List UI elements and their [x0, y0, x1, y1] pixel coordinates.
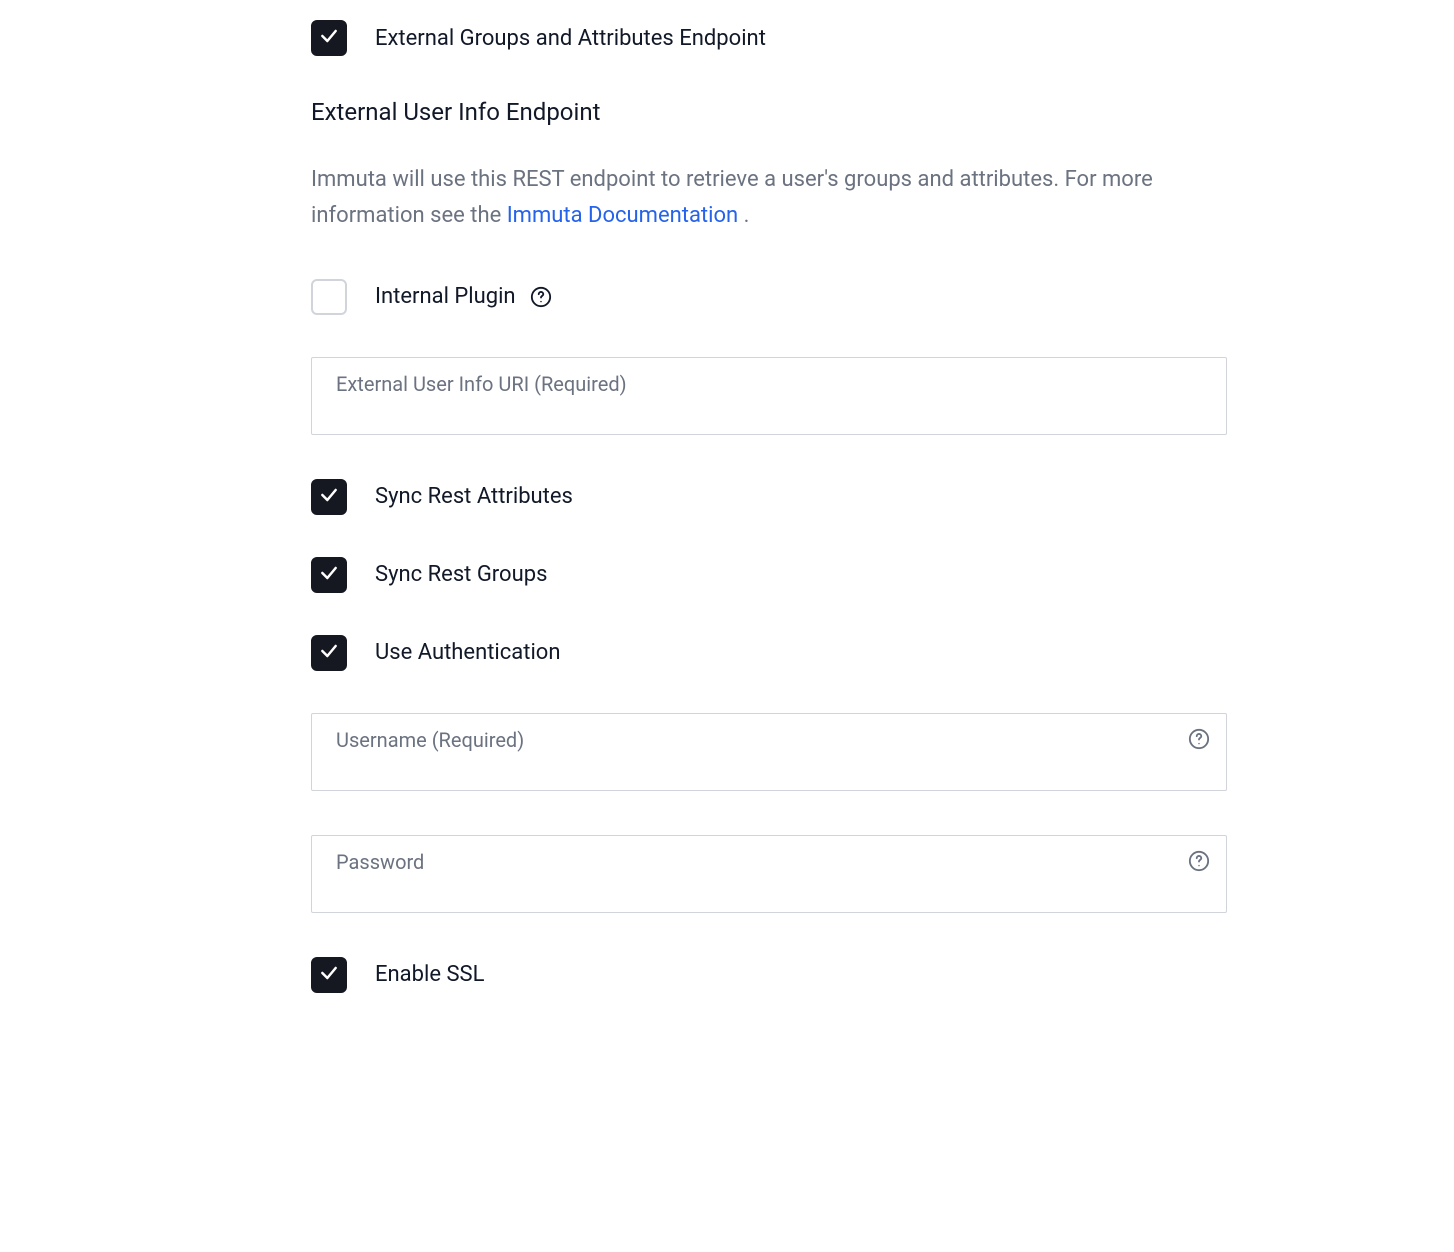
sync-rest-attributes-checkbox[interactable]	[311, 479, 347, 515]
documentation-link[interactable]: Immuta Documentation	[507, 203, 738, 228]
enable-ssl-checkbox[interactable]	[311, 957, 347, 993]
enable-ssl-row: Enable SSL	[311, 957, 1227, 993]
help-icon[interactable]	[1188, 850, 1210, 872]
use-authentication-row: Use Authentication	[311, 635, 1227, 671]
sync-rest-attributes-label: Sync Rest Attributes	[375, 484, 573, 509]
section-description: Immuta will use this REST endpoint to re…	[311, 162, 1227, 235]
check-icon	[319, 963, 339, 987]
external-user-info-uri-field: External User Info URI (Required)	[311, 357, 1227, 435]
use-authentication-checkbox[interactable]	[311, 635, 347, 671]
check-icon	[319, 26, 339, 50]
internal-plugin-checkbox[interactable]	[311, 279, 347, 315]
description-suffix: .	[738, 203, 749, 228]
sync-rest-groups-checkbox[interactable]	[311, 557, 347, 593]
check-icon	[319, 485, 339, 509]
enable-ssl-label: Enable SSL	[375, 962, 484, 987]
sync-rest-groups-row: Sync Rest Groups	[311, 557, 1227, 593]
external-groups-attributes-checkbox[interactable]	[311, 20, 347, 56]
internal-plugin-row: Internal Plugin	[311, 279, 1227, 315]
internal-plugin-label: Internal Plugin	[375, 284, 516, 309]
check-icon	[319, 641, 339, 665]
help-icon[interactable]	[1188, 728, 1210, 750]
sync-rest-attributes-row: Sync Rest Attributes	[311, 479, 1227, 515]
password-field: Password	[311, 835, 1227, 913]
external-user-info-uri-input[interactable]	[312, 358, 1226, 434]
use-authentication-label: Use Authentication	[375, 640, 561, 665]
username-input[interactable]	[312, 714, 1226, 790]
external-groups-attributes-label: External Groups and Attributes Endpoint	[375, 26, 766, 51]
username-field: Username (Required)	[311, 713, 1227, 791]
password-input[interactable]	[312, 836, 1226, 912]
help-icon[interactable]	[530, 286, 552, 308]
sync-rest-groups-label: Sync Rest Groups	[375, 562, 547, 587]
external-groups-attributes-row: External Groups and Attributes Endpoint	[311, 20, 1227, 56]
section-heading: External User Info Endpoint	[311, 98, 1227, 126]
check-icon	[319, 563, 339, 587]
